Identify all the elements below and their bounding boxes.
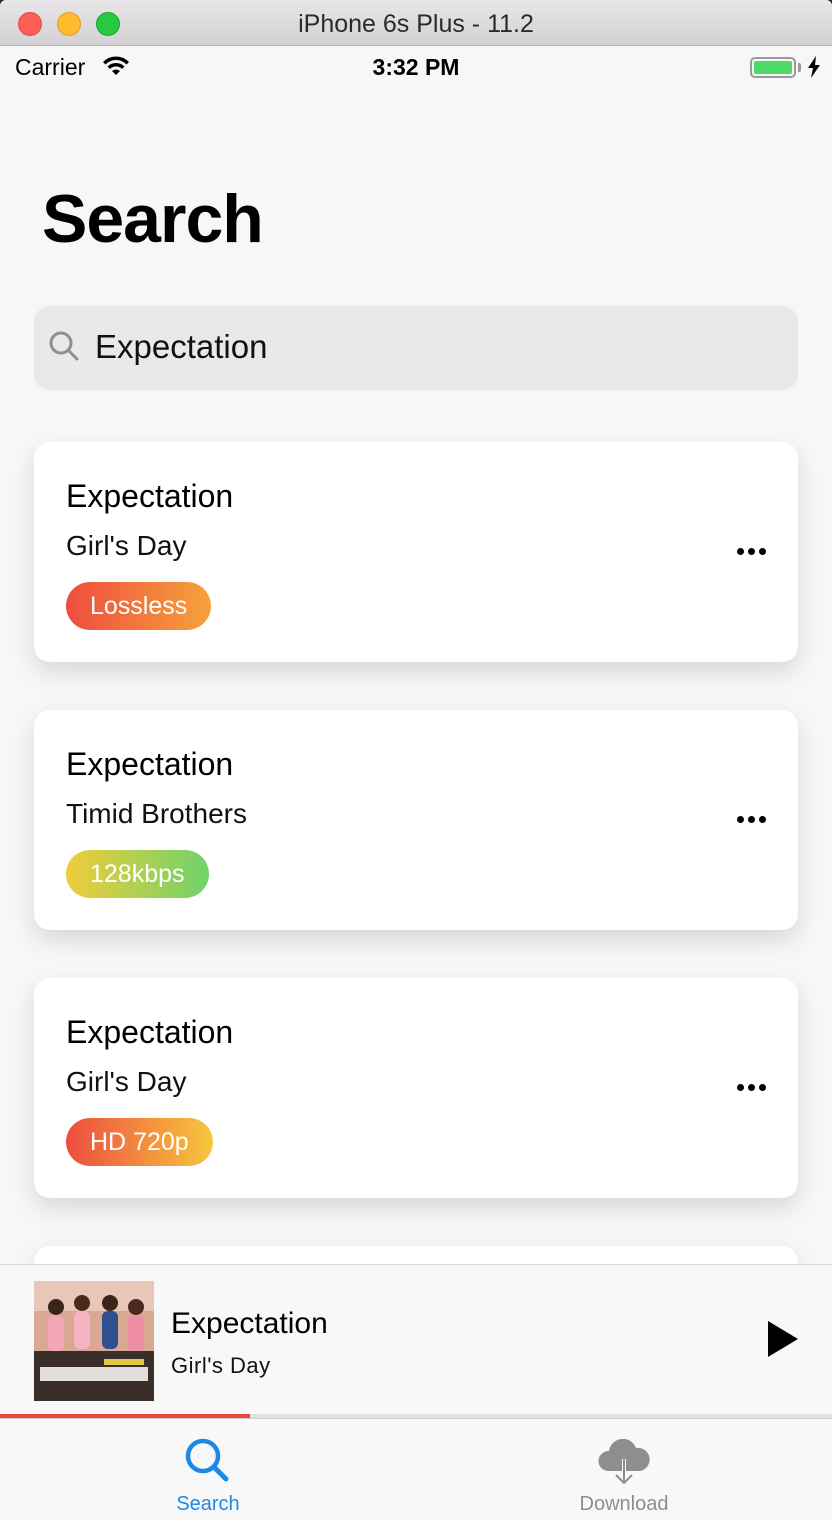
tab-search-label: Search	[176, 1493, 240, 1515]
status-bar: Carrier 3:32 PM	[0, 46, 832, 90]
player-title: Expectation	[171, 1307, 328, 1340]
result-card[interactable]: Expectation Timid Brothers 128kbps	[34, 710, 798, 930]
album-cover	[34, 1281, 154, 1401]
tab-download[interactable]: Download	[416, 1419, 832, 1520]
play-icon[interactable]	[766, 1319, 800, 1359]
battery-nub	[798, 63, 801, 72]
magnifier-icon	[49, 331, 79, 361]
quality-badge: 128kbps	[66, 850, 209, 898]
window-titlebar: iPhone 6s Plus - 11.2	[0, 0, 832, 46]
player-artist: Girl's Day	[171, 1353, 271, 1378]
result-card[interactable]: Expectation Girl's Day Lossless	[34, 442, 798, 662]
cloud-download-icon	[598, 1438, 650, 1485]
more-options-icon[interactable]	[734, 814, 768, 826]
quality-badge: Lossless	[66, 582, 212, 630]
result-artist: Timid Brothers	[66, 798, 248, 829]
more-options-icon[interactable]	[734, 1082, 768, 1094]
result-title: Expectation	[66, 1014, 234, 1050]
mini-player[interactable]: Expectation Girl's Day	[0, 1264, 832, 1418]
simulator-window: iPhone 6s Plus - 11.2 Carrier 3:32 PM Se…	[0, 0, 832, 1520]
tab-search[interactable]: Search	[0, 1419, 416, 1520]
search-icon	[185, 1438, 229, 1482]
search-input[interactable]: Expectation	[95, 328, 267, 366]
charging-bolt-icon	[808, 56, 820, 78]
result-artist: Girl's Day	[66, 1066, 187, 1097]
battery-icon	[750, 57, 796, 78]
page-title: Search	[42, 181, 264, 257]
result-title: Expectation	[66, 746, 234, 782]
more-options-icon[interactable]	[734, 546, 768, 558]
result-artist: Girl's Day	[66, 530, 187, 561]
result-title: Expectation	[66, 478, 234, 514]
quality-badge: HD 720p	[66, 1118, 213, 1166]
tab-download-label: Download	[579, 1493, 669, 1515]
tab-bar: Search Download	[0, 1418, 832, 1520]
result-card[interactable]: Expectation Girl's Day HD 720p	[34, 978, 798, 1198]
window-title: iPhone 6s Plus - 11.2	[298, 10, 534, 38]
status-time: 3:32 PM	[372, 54, 460, 80]
